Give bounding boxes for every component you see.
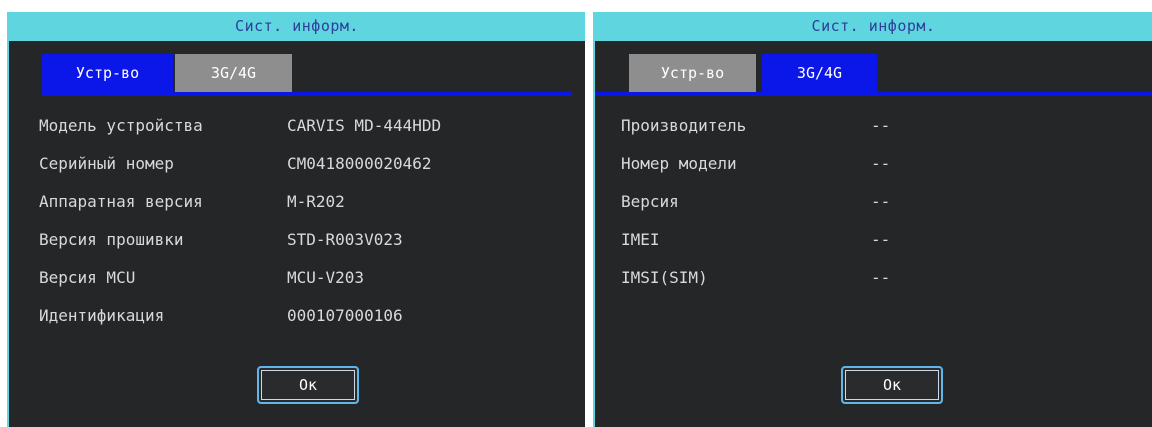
- info-row-hardware: Аппаратная версия M-R202: [9, 190, 585, 214]
- info-label: Производитель: [621, 116, 747, 135]
- info-row-model-number: Номер модели --: [595, 152, 1152, 176]
- ok-button[interactable]: Ок: [841, 366, 943, 404]
- system-info-dialog-3g4g: Сист. информ. Устр-во 3G/4G Производител…: [593, 12, 1152, 427]
- info-row-version: Версия --: [595, 190, 1152, 214]
- info-value: CM0418000020462: [287, 154, 432, 173]
- info-label: Идентификация: [39, 306, 165, 325]
- info-row-mcu: Версия MCU MCU-V203: [9, 266, 585, 290]
- tab-device[interactable]: Устр-во: [629, 54, 756, 92]
- tab-3g-4g[interactable]: 3G/4G: [175, 54, 292, 92]
- info-value: --: [871, 116, 891, 135]
- tab-3g-4g[interactable]: 3G/4G: [762, 54, 877, 92]
- info-value: --: [871, 192, 891, 211]
- info-row-serial: Серийный номер CM0418000020462: [9, 152, 585, 176]
- dialog-title: Сист. информ.: [9, 12, 585, 41]
- info-label: IMEI: [621, 230, 660, 249]
- tab-device[interactable]: Устр-во: [42, 54, 173, 92]
- info-row-firmware: Версия прошивки STD-R003V023: [9, 228, 585, 252]
- tab-bar: Устр-во 3G/4G: [9, 54, 585, 98]
- tab-bar: Устр-во 3G/4G: [595, 54, 1152, 98]
- info-row-manufacturer: Производитель --: [595, 114, 1152, 138]
- ok-button[interactable]: Ок: [257, 366, 359, 404]
- info-value: M-R202: [287, 192, 345, 211]
- info-value: --: [871, 268, 891, 287]
- info-label: Версия MCU: [39, 268, 136, 287]
- tab-underline: [595, 92, 1152, 96]
- info-value: MCU-V203: [287, 268, 365, 287]
- info-value: --: [871, 154, 891, 173]
- info-row-imei: IMEI --: [595, 228, 1152, 252]
- dialog-title: Сист. информ.: [595, 12, 1152, 41]
- info-label: Аппаратная версия: [39, 192, 203, 211]
- info-label: Модель устройства: [39, 116, 203, 135]
- info-label: Номер модели: [621, 154, 737, 173]
- info-row-identification: Идентификация 000107000106: [9, 304, 585, 328]
- info-value: --: [871, 230, 891, 249]
- info-value: STD-R003V023: [287, 230, 403, 249]
- info-value: CARVIS MD-444HDD: [287, 116, 442, 135]
- tab-underline: [42, 92, 572, 96]
- info-value: 000107000106: [287, 306, 403, 325]
- info-row-imsi: IMSI(SIM) --: [595, 266, 1152, 290]
- info-label: Серийный номер: [39, 154, 174, 173]
- info-label: Версия прошивки: [39, 230, 184, 249]
- system-info-dialog-device: Сист. информ. Устр-во 3G/4G Модель устро…: [7, 12, 585, 427]
- info-label: IMSI(SIM): [621, 268, 708, 287]
- info-label: Версия: [621, 192, 679, 211]
- info-row-model: Модель устройства CARVIS MD-444HDD: [9, 114, 585, 138]
